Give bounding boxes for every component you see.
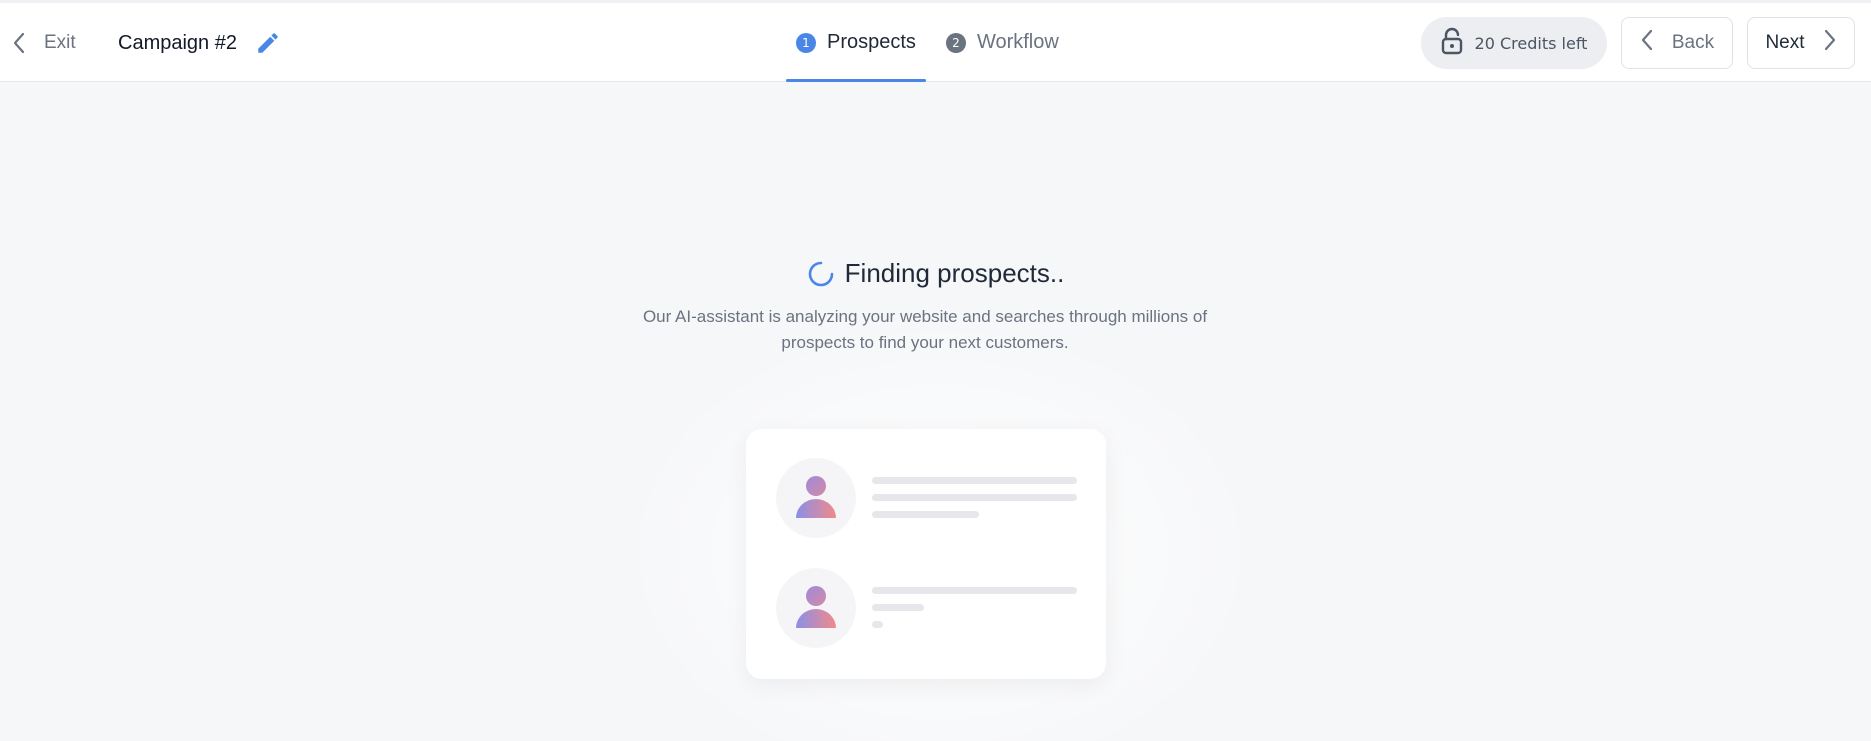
main-content: Finding prospects.. Our AI-assistant is … <box>0 82 1871 741</box>
next-label: Next <box>1765 32 1805 53</box>
next-button[interactable]: Next <box>1747 17 1855 69</box>
tab-prospects[interactable]: 1 Prospects <box>786 3 926 82</box>
user-icon <box>796 476 836 518</box>
lock-icon <box>1441 27 1463 59</box>
placeholder-line <box>872 604 924 611</box>
loading-heading: Finding prospects.. <box>0 258 1871 289</box>
tab-workflow[interactable]: 2 Workflow <box>936 3 1069 82</box>
tab-prospects-label: Prospects <box>827 31 916 53</box>
placeholder-line <box>872 494 1077 501</box>
placeholder-line <box>872 477 1077 484</box>
back-label: Back <box>1671 32 1715 53</box>
list-item <box>776 568 1077 650</box>
prospects-placeholder-card <box>746 429 1106 679</box>
step-tabs: 1 Prospects 2 Workflow <box>786 3 1069 82</box>
exit-button[interactable]: Exit <box>12 25 76 61</box>
list-item <box>776 458 1077 540</box>
campaign-name: Campaign #2 <box>118 31 237 54</box>
loading-description: Our AI-assistant is analyzing your websi… <box>642 307 1208 352</box>
step-number-2: 2 <box>945 32 966 53</box>
tab-workflow-label: Workflow <box>976 31 1059 53</box>
page-title: Finding prospects.. <box>844 258 1065 288</box>
credits-label: 20 Credits left <box>1474 33 1588 53</box>
pencil-icon[interactable] <box>255 30 281 56</box>
spinner-icon <box>807 260 835 288</box>
chevron-left-icon <box>12 32 26 54</box>
exit-label: Exit <box>44 32 76 53</box>
chevron-right-icon <box>1823 29 1837 57</box>
placeholder-line <box>872 587 1077 594</box>
chevron-left-icon <box>1640 29 1654 57</box>
campaign-title-group: Campaign #2 <box>118 25 281 61</box>
step-number-1: 1 <box>796 32 816 53</box>
placeholder-line <box>872 621 883 628</box>
top-bar: Exit Campaign #2 1 Prospects 2 Workflow … <box>0 3 1871 82</box>
avatar <box>776 458 856 538</box>
back-button[interactable]: Back <box>1621 17 1733 69</box>
avatar <box>776 568 856 648</box>
placeholder-line <box>872 511 979 518</box>
credits-badge[interactable]: 20 Credits left <box>1421 17 1607 69</box>
user-icon <box>796 586 836 628</box>
